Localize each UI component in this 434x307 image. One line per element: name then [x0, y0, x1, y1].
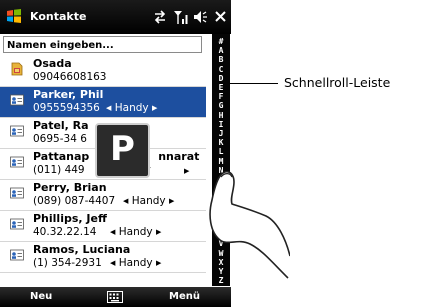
sim-contact-icon	[11, 62, 23, 76]
alphabet-letter[interactable]: J	[212, 129, 230, 138]
alphabet-letter[interactable]: C	[212, 65, 230, 74]
contact-card-icon	[10, 94, 24, 106]
arrow-right-icon[interactable]: ▶	[152, 104, 157, 112]
arrow-left-icon[interactable]: ◀	[106, 104, 111, 112]
contact-name: Patel, Ra	[33, 119, 89, 132]
contact-row-phillips[interactable]: Phillips, Jeff 40.32.22.14 ◀ Handy ▶	[0, 211, 206, 242]
phone-screen: Kontakte Namen eingeben... Osada 0904660…	[0, 0, 231, 307]
contact-number: 0955594356	[33, 102, 100, 114]
sync-icon[interactable]	[152, 9, 168, 25]
title-bar: Kontakte	[0, 0, 231, 34]
contact-card-icon	[10, 249, 24, 261]
alphabet-letter[interactable]: L	[212, 147, 230, 156]
contact-card-icon	[10, 187, 24, 199]
number-type-selector[interactable]: ◀ Handy ▶	[123, 195, 174, 207]
callout-label: Schnellroll-Leiste	[284, 75, 391, 90]
contact-number: 09046608163	[33, 71, 107, 83]
number-type-selector[interactable]: ◀ Handy ▶	[110, 226, 161, 238]
volume-icon[interactable]	[192, 9, 208, 25]
alphabet-letter[interactable]: E	[212, 83, 230, 92]
alphabet-letter[interactable]: B	[212, 55, 230, 64]
callout-line	[230, 83, 278, 84]
contact-row-perry[interactable]: Perry, Brian (089) 087-4407 ◀ Handy ▶	[0, 180, 206, 211]
menu-button[interactable]: Menü	[169, 291, 200, 302]
number-type-selector[interactable]: ◀ Handy ▶	[106, 102, 157, 114]
arrow-right-icon[interactable]: ▶	[156, 228, 161, 236]
contact-name: Phillips, Jeff	[33, 212, 107, 225]
contact-name: Perry, Brian	[33, 181, 107, 194]
contact-number: 0695-34 6	[33, 133, 87, 145]
alphabet-letter[interactable]: H	[212, 111, 230, 120]
finger-illustration	[209, 170, 290, 279]
new-button[interactable]: Neu	[30, 291, 52, 302]
contact-number: (1) 354-2931	[33, 257, 102, 269]
alphabet-letter[interactable]: F	[212, 92, 230, 101]
contact-name: Ramos, Luciana	[33, 243, 131, 256]
keyboard-icon[interactable]	[107, 291, 123, 303]
arrow-left-icon[interactable]: ◀	[110, 228, 115, 236]
contact-name: Osada	[33, 57, 72, 70]
app-title: Kontakte	[30, 10, 87, 23]
contact-number: 40.32.22.14	[33, 226, 97, 238]
search-input[interactable]: Namen eingeben...	[3, 36, 202, 53]
alphabet-letter[interactable]: D	[212, 74, 230, 83]
contact-number: (089) 087-4407	[33, 195, 116, 207]
number-type-label: Handy	[131, 195, 166, 207]
alphabet-letter[interactable]: #	[212, 37, 230, 46]
contact-name: Parker, Phil	[33, 88, 104, 101]
number-type-selector[interactable]: ◀ Handy ▶	[110, 257, 161, 269]
contact-row-osada[interactable]: Osada 09046608163	[0, 56, 206, 87]
close-icon[interactable]	[213, 9, 229, 25]
contact-row-parker[interactable]: Parker, Phil 0955594356 ◀ Handy ▶	[0, 87, 206, 118]
number-type-label: Handy	[114, 102, 149, 114]
alphabet-letter[interactable]: A	[212, 46, 230, 55]
arrow-right-icon[interactable]: ▶	[169, 197, 174, 205]
arrow-right-icon[interactable]: ▶	[156, 259, 161, 267]
contact-card-icon	[10, 156, 24, 168]
arrow-left-icon[interactable]: ◀	[110, 259, 115, 267]
arrow-left-icon[interactable]: ◀	[123, 197, 128, 205]
number-type-label: Handy	[118, 226, 153, 238]
alphabet-letter[interactable]: K	[212, 138, 230, 147]
softkey-bar: Neu Menü	[0, 287, 231, 307]
contact-row-ramos[interactable]: Ramos, Luciana (1) 354-2931 ◀ Handy ▶	[0, 242, 206, 273]
number-type-label: Handy	[118, 257, 153, 269]
contact-card-icon	[10, 218, 24, 230]
letter-popup-text: P	[110, 129, 135, 169]
letter-popup: P	[95, 123, 150, 178]
alphabet-letter[interactable]: I	[212, 120, 230, 129]
windows-start-icon[interactable]	[6, 8, 22, 24]
arrow-right-icon[interactable]: ▶	[184, 167, 189, 175]
contact-card-icon	[10, 125, 24, 137]
signal-icon[interactable]	[173, 9, 189, 25]
alphabet-letter[interactable]: G	[212, 101, 230, 110]
